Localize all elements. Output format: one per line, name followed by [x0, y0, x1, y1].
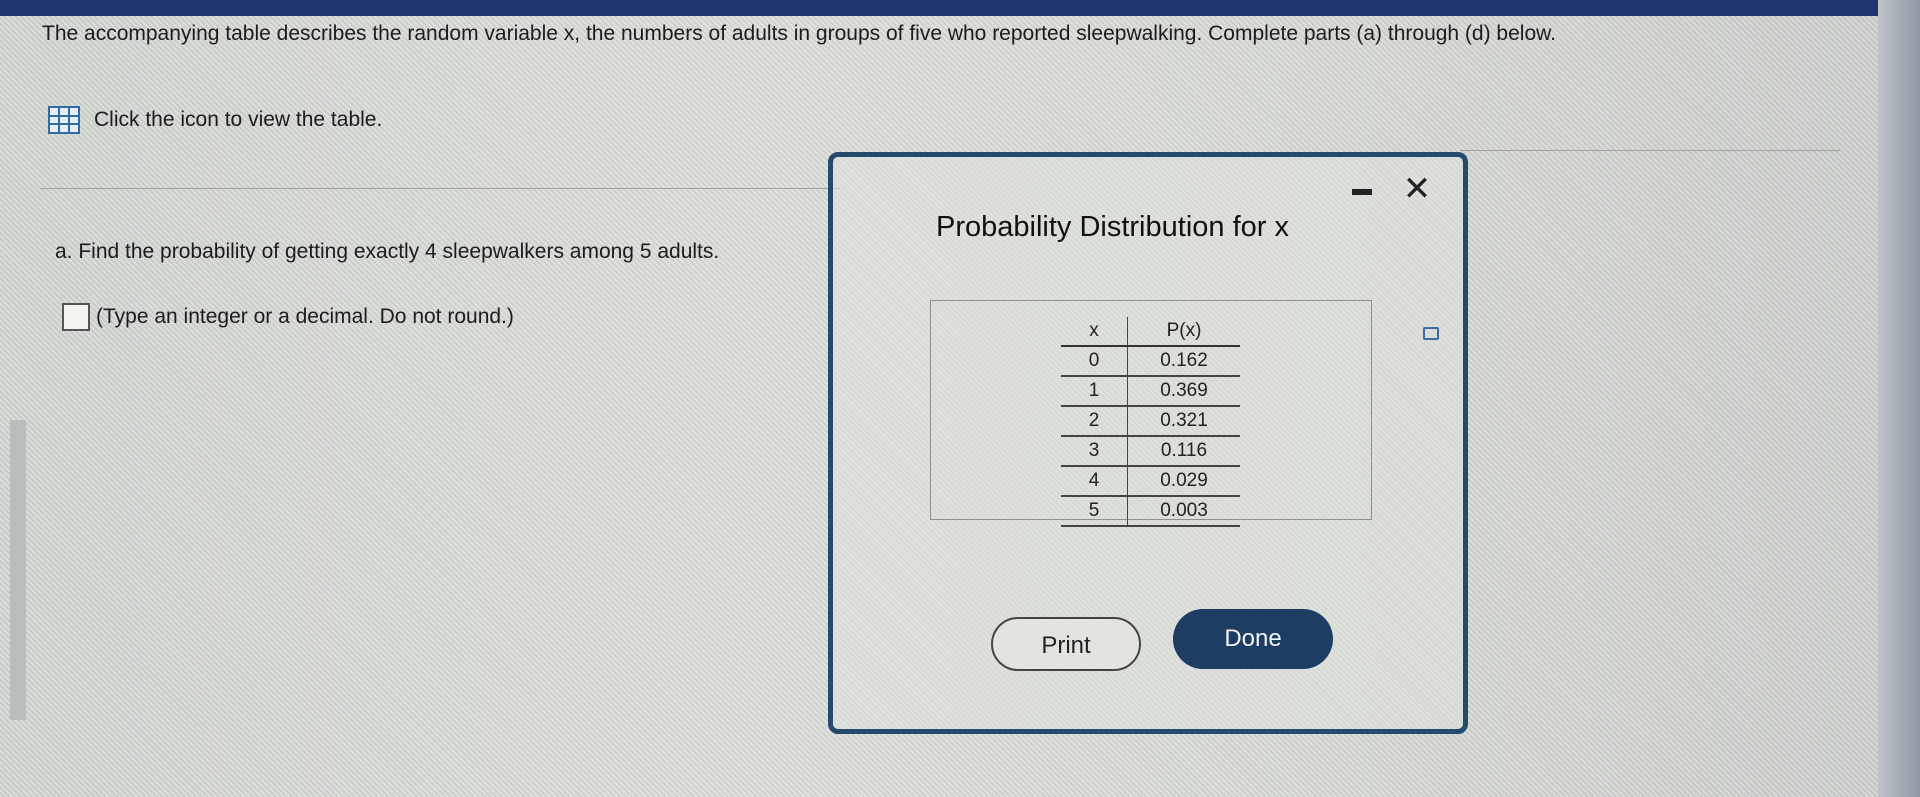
column-header-px: P(x): [1127, 317, 1240, 347]
cell-x: 3: [1061, 436, 1128, 467]
distribution-table: x P(x) 0 0.162 1 0.369 2 0.321 3 0.116 4…: [1061, 317, 1240, 527]
top-bar: [0, 0, 1920, 16]
page: The accompanying table describes the ran…: [0, 0, 1920, 797]
table-row: 3 0.116: [1061, 436, 1240, 467]
column-header-x: x: [1061, 317, 1128, 347]
divider: [1460, 150, 1840, 151]
cell-x: 5: [1061, 496, 1128, 527]
table-row: 0 0.162: [1061, 346, 1240, 377]
copy-icon[interactable]: [1423, 327, 1439, 340]
cell-x: 0: [1061, 346, 1128, 377]
view-table-label[interactable]: Click the icon to view the table.: [94, 108, 382, 132]
scrollbar[interactable]: [10, 420, 26, 720]
answer-input[interactable]: [62, 303, 90, 331]
minimize-icon[interactable]: [1352, 189, 1372, 195]
done-button[interactable]: Done: [1173, 609, 1333, 669]
part-a-prompt: a. Find the probability of getting exact…: [55, 240, 720, 263]
table-row: 5 0.003: [1061, 496, 1240, 527]
probability-distribution-dialog: Probability Distribution for x ✕ x P(x) …: [828, 152, 1468, 734]
cell-px: 0.003: [1127, 496, 1240, 527]
answer-hint: (Type an integer or a decimal. Do not ro…: [96, 305, 514, 328]
table-row: 4 0.029: [1061, 466, 1240, 497]
table-row: 2 0.321: [1061, 406, 1240, 437]
table-header-row: x P(x): [1061, 317, 1240, 347]
cell-px: 0.162: [1127, 346, 1240, 377]
print-button[interactable]: Print: [991, 617, 1141, 671]
answer-row: (Type an integer or a decimal. Do not ro…: [62, 303, 514, 331]
cell-x: 2: [1061, 406, 1128, 437]
table-row: 1 0.369: [1061, 376, 1240, 407]
table-panel: x P(x) 0 0.162 1 0.369 2 0.321 3 0.116 4…: [930, 300, 1439, 527]
window-edge: [1878, 0, 1920, 797]
view-table-link[interactable]: Click the icon to view the table.: [48, 106, 382, 134]
cell-px: 0.116: [1127, 436, 1240, 467]
close-icon[interactable]: ✕: [1399, 171, 1435, 207]
dialog-title: Probability Distribution for x: [936, 211, 1289, 243]
cell-px: 0.321: [1127, 406, 1240, 437]
cell-x: 1: [1061, 376, 1128, 407]
cell-px: 0.029: [1127, 466, 1240, 497]
cell-px: 0.369: [1127, 376, 1240, 407]
table-grid-icon[interactable]: [48, 106, 80, 134]
question-text: The accompanying table describes the ran…: [42, 22, 1556, 45]
cell-x: 4: [1061, 466, 1128, 497]
divider: [40, 188, 840, 189]
